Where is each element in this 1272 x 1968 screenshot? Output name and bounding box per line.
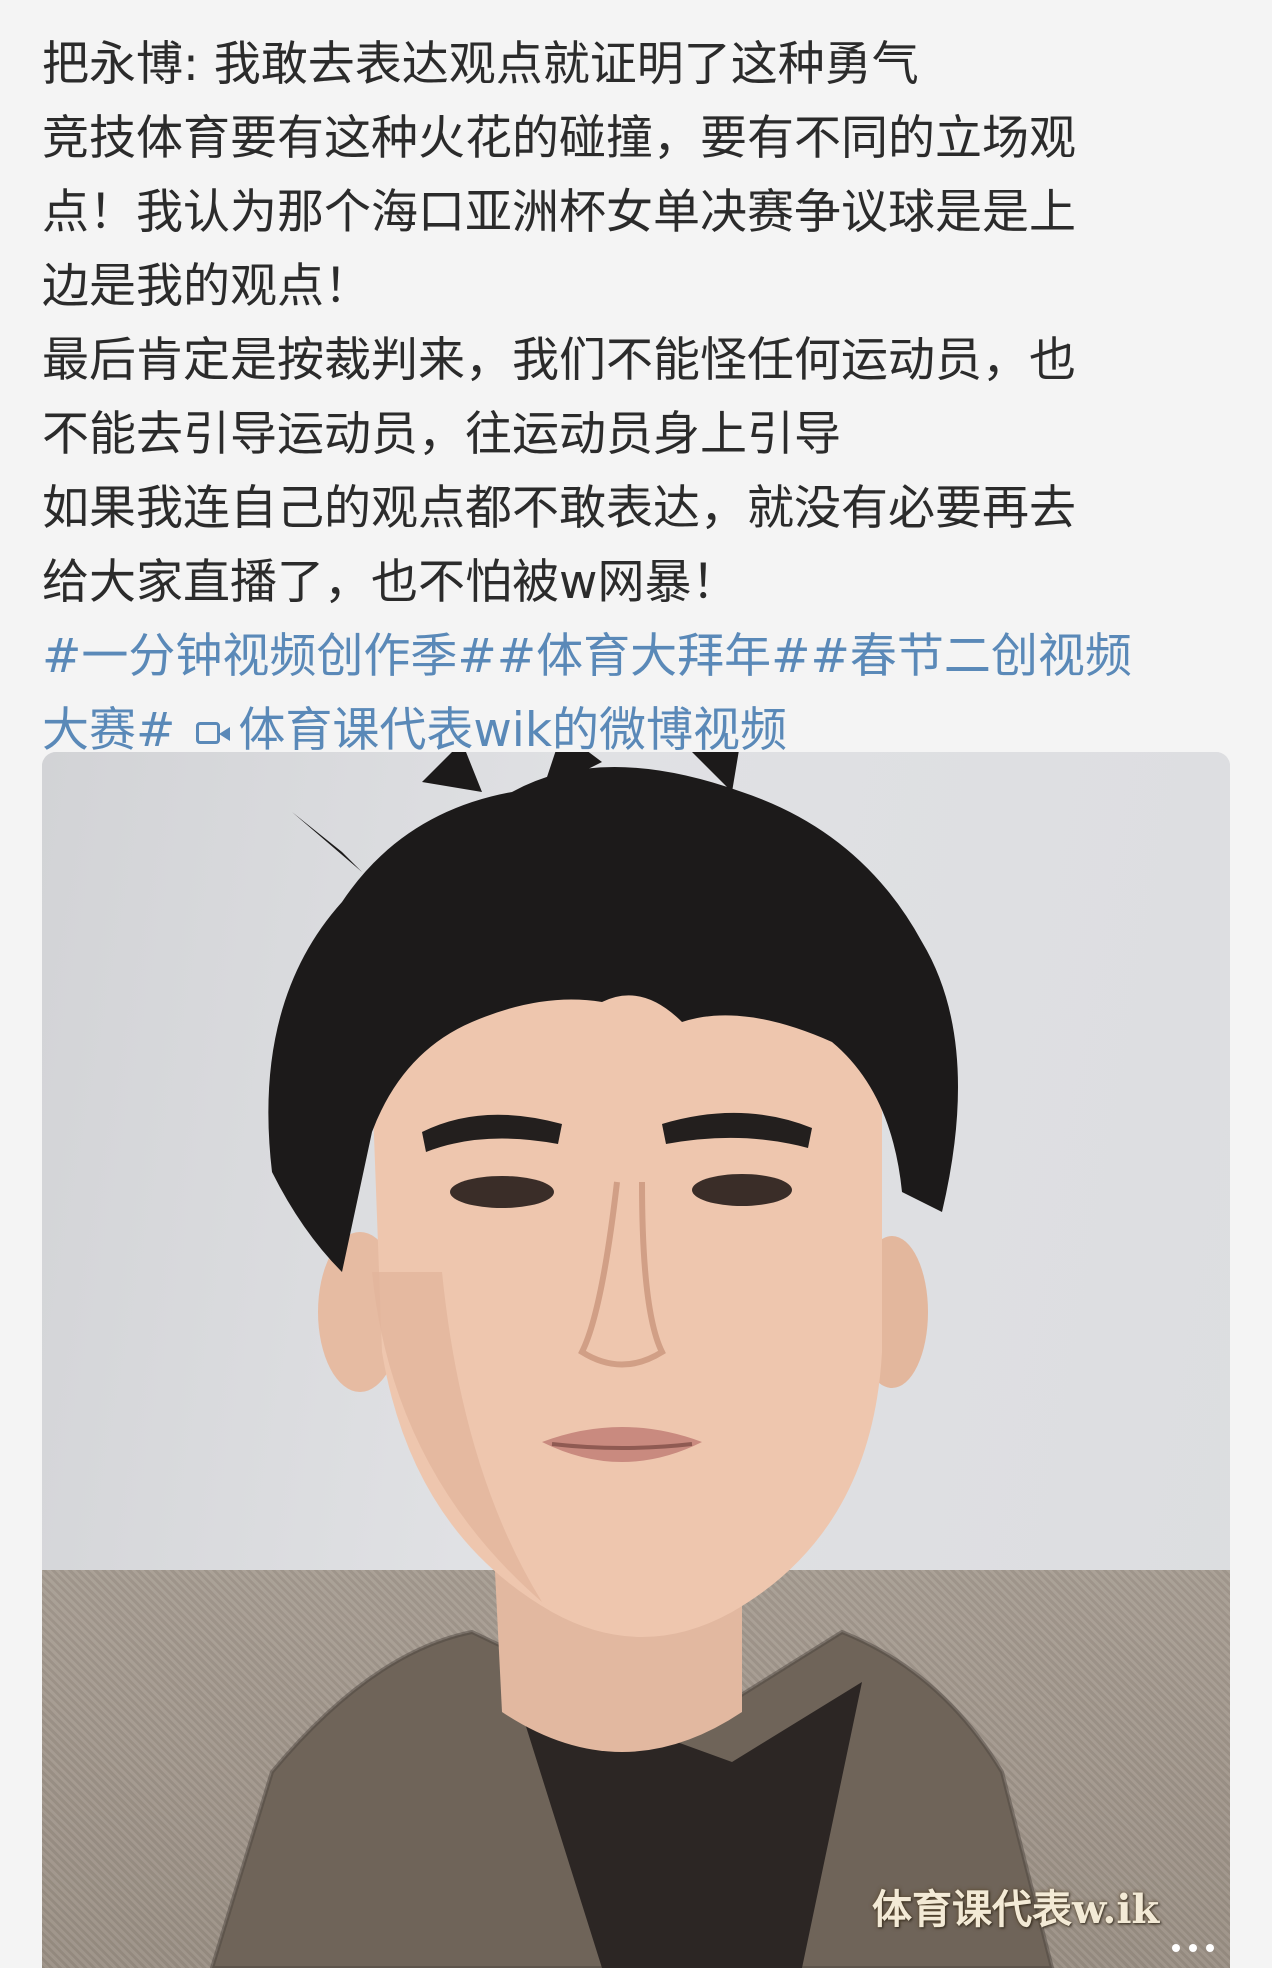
more-dots-icon[interactable] <box>1170 1942 1216 1954</box>
post-line-8: 给大家直播了，也不怕被w网暴！ <box>42 555 739 610</box>
topic-links[interactable]: #一分钟视频创作季##体育大拜年##春节二创视频 <box>42 629 1132 684</box>
post-line-1: 把永博: 我敢去表达观点就证明了这种勇气 <box>42 37 919 92</box>
person-portrait <box>209 752 1055 1968</box>
weibo-post: 把永博: 我敢去表达观点就证明了这种勇气 竞技体育要有这种火花的碰撞，要有不同的… <box>0 0 1272 1968</box>
topic-links-line-1: #一分钟视频创作季##体育大拜年##春节二创视频 <box>42 620 1222 694</box>
video-thumbnail[interactable]: 体育课代表w.ik <box>42 752 1230 1968</box>
post-line-7: 如果我连自己的观点都不敢表达，就没有必要再去 <box>42 481 1076 536</box>
post-line-5: 最后肯定是按裁判来，我们不能怪任何运动员，也 <box>42 333 1076 388</box>
post-line-4: 边是我的观点！ <box>42 259 371 314</box>
video-watermark: 体育课代表w.ik <box>872 1886 1160 1933</box>
video-link-label: 体育课代表wik的微博视频 <box>238 703 788 758</box>
video-link[interactable]: 体育课代表wik的微博视频 <box>190 703 787 758</box>
post-line-2: 竞技体育要有这种火花的碰撞，要有不同的立场观 <box>42 111 1076 166</box>
video-camera-icon <box>194 718 232 748</box>
topic-link-tail[interactable]: 大赛# <box>42 703 175 758</box>
post-line-6: 不能去引导运动员，往运动员身上引导 <box>42 407 841 462</box>
post-line-3: 点！我认为那个海口亚洲杯女单决赛争议球是是上 <box>42 185 1076 240</box>
post-text: 把永博: 我敢去表达观点就证明了这种勇气 竞技体育要有这种火花的碰撞，要有不同的… <box>42 28 1222 768</box>
